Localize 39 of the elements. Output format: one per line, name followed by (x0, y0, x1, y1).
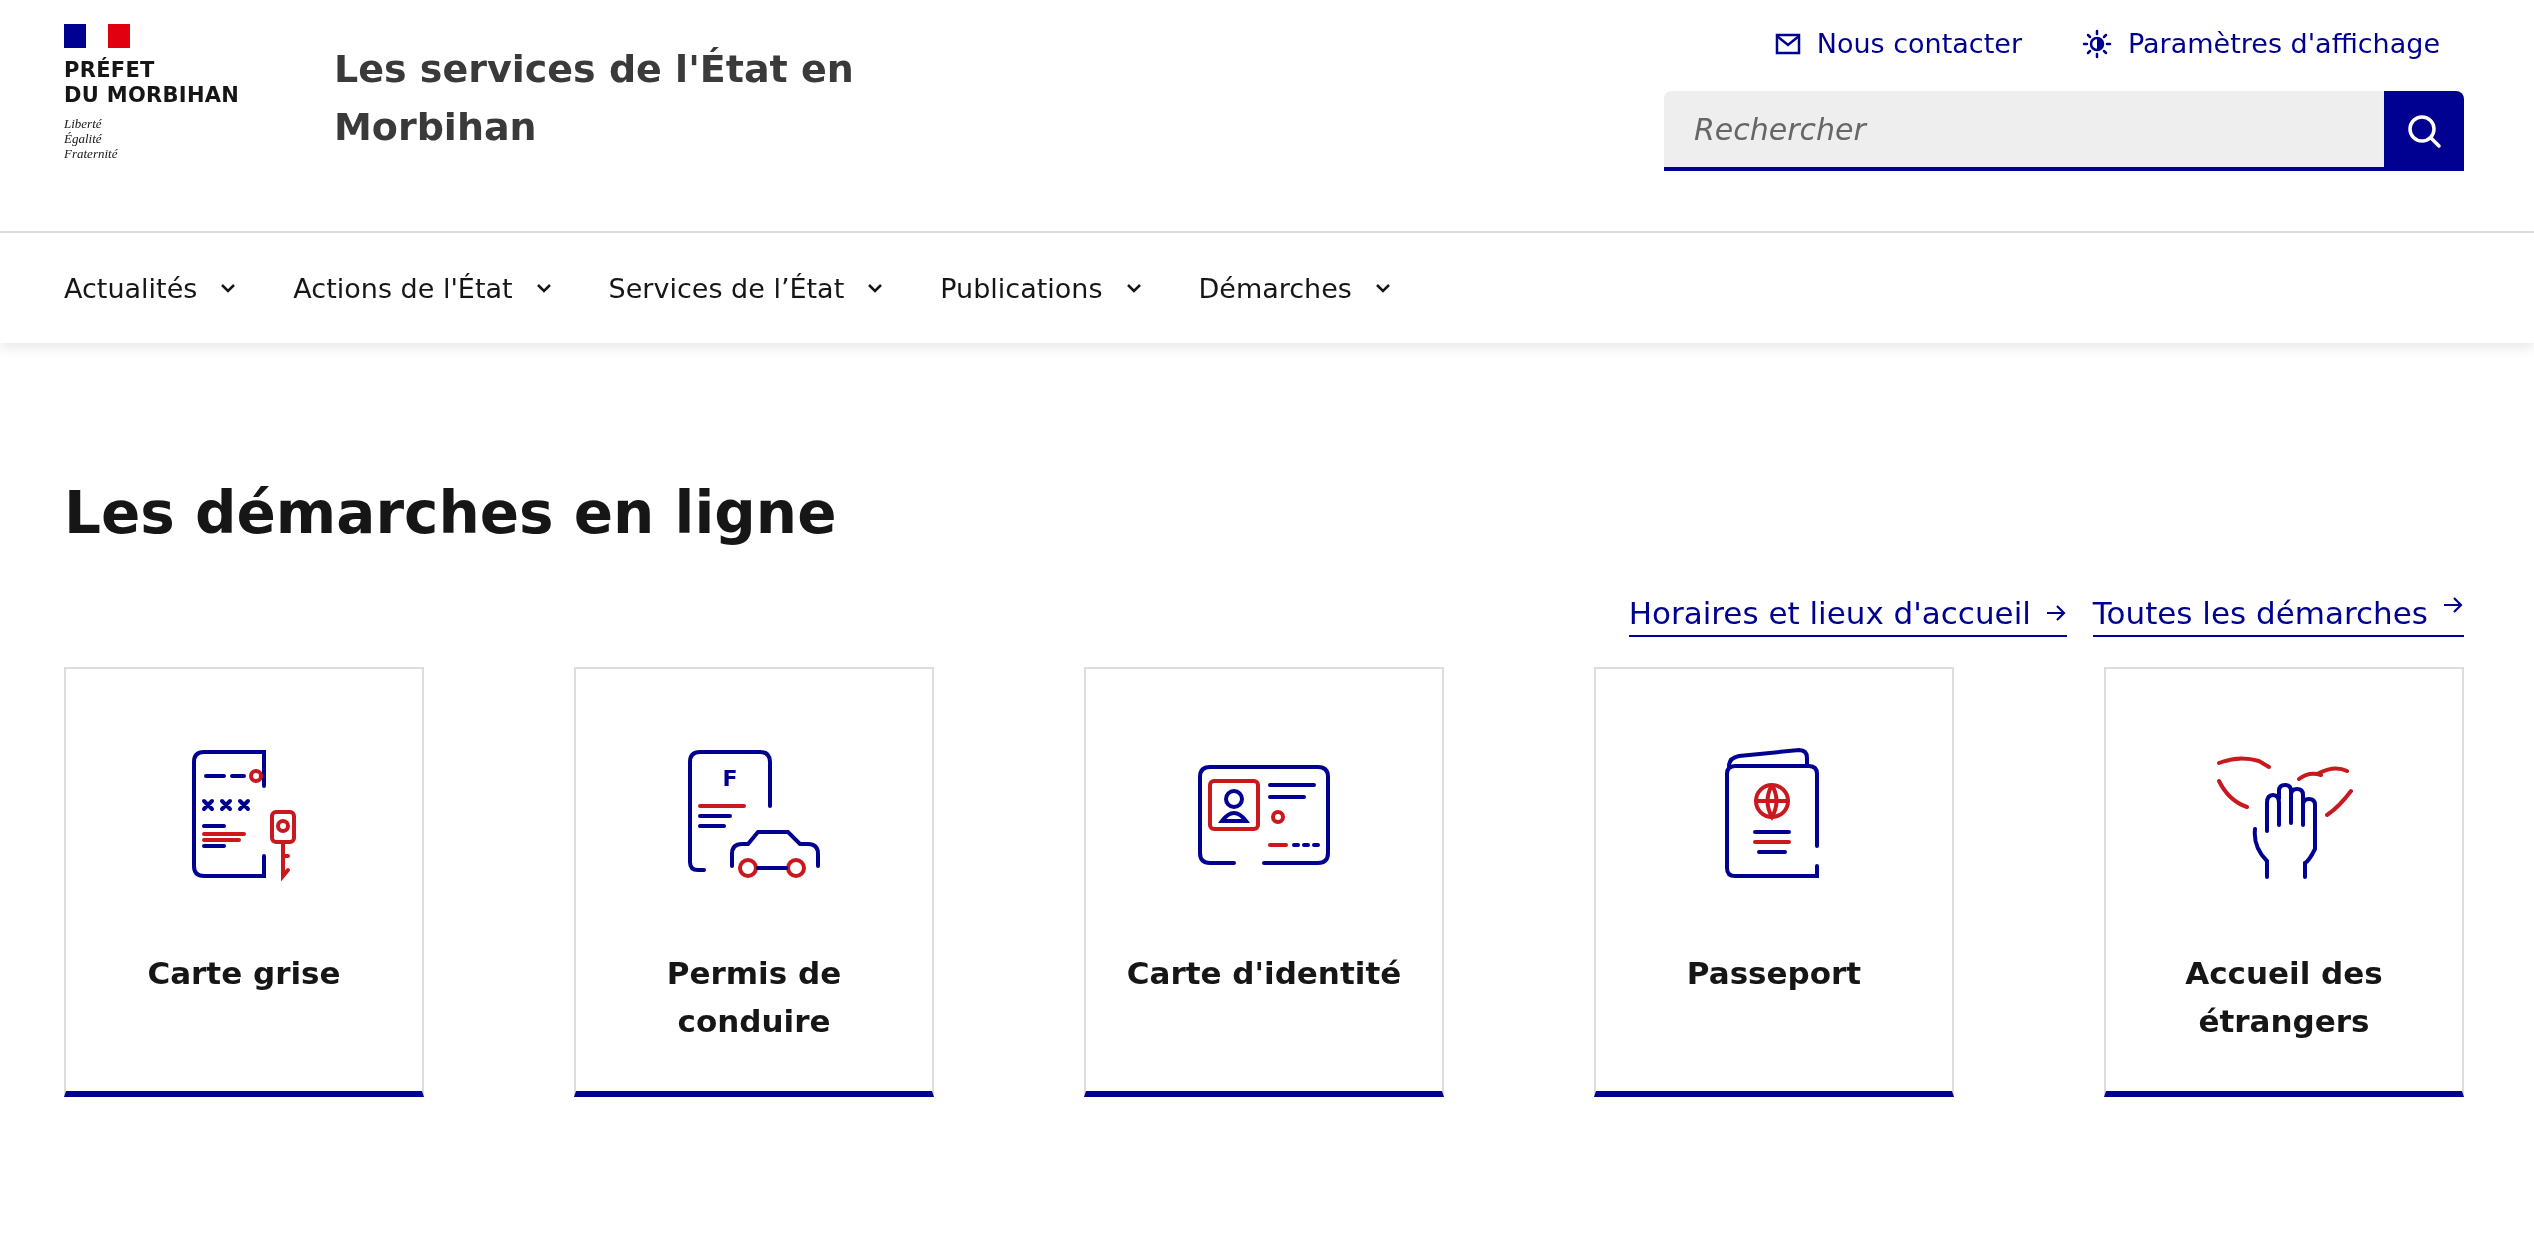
motto-text: Fraternité (64, 146, 119, 161)
nav-menu-item[interactable]: Actualités (64, 272, 238, 304)
arrow-link[interactable]: Toutes les démarches (2092, 595, 2464, 637)
motto-text: Égalité (64, 131, 103, 146)
nav-menu-item[interactable]: Actions de l'État (293, 272, 553, 304)
chevron-down-icon (1373, 282, 1392, 294)
procedure-card[interactable]: Passeport (1594, 667, 1954, 1097)
mail-icon (1774, 32, 1801, 55)
procedure-card[interactable]: Carte grise (64, 667, 424, 1097)
card-title: Permis de conduire (665, 954, 843, 1041)
header-link[interactable]: Paramètres d'affichage (2082, 28, 2440, 59)
search-button[interactable] (2384, 91, 2464, 171)
arrow-link[interactable]: Horaires et lieux d'accueil (1628, 595, 2067, 637)
nav-menu-item[interactable]: Services de l’État (608, 272, 885, 304)
card-title: Carte d'identité (1125, 954, 1403, 993)
flag-logo-icon (64, 24, 130, 48)
procedure-card[interactable]: Accueil des étrangers (2104, 667, 2464, 1097)
chevron-down-icon (866, 282, 885, 294)
logo-text: DU MORBIHAN (64, 83, 241, 108)
chevron-down-icon (219, 282, 238, 294)
nav-menu-item[interactable]: Publications (940, 272, 1143, 304)
card-title: Passeport (1685, 954, 1863, 993)
procedure-card[interactable]: F Permis de conduire (574, 667, 934, 1097)
logo-text: PRÉFET (64, 58, 156, 83)
site-title[interactable]: Les services de l'État en Morbihan (334, 40, 854, 156)
procedure-card[interactable]: Carte d'identité (1084, 667, 1444, 1097)
header-link[interactable]: Nous contacter (1774, 28, 2022, 59)
card-title: Accueil des étrangers (2184, 954, 2384, 1041)
letter-text: F (722, 766, 738, 791)
arrow-right-icon (2044, 603, 2067, 623)
nav-menu-item[interactable]: Démarches (1198, 272, 1392, 304)
card-title: Carte grise (146, 954, 342, 993)
section-heading: Les démarches en ligne (64, 478, 838, 549)
chevron-down-icon (1124, 282, 1143, 294)
contrast-sun-icon (2082, 28, 2112, 59)
motto-text: Liberté (64, 116, 103, 131)
search-field[interactable]: Rechercher (1664, 91, 2384, 171)
arrow-right-icon (2442, 595, 2464, 615)
chevron-down-icon (534, 282, 553, 294)
